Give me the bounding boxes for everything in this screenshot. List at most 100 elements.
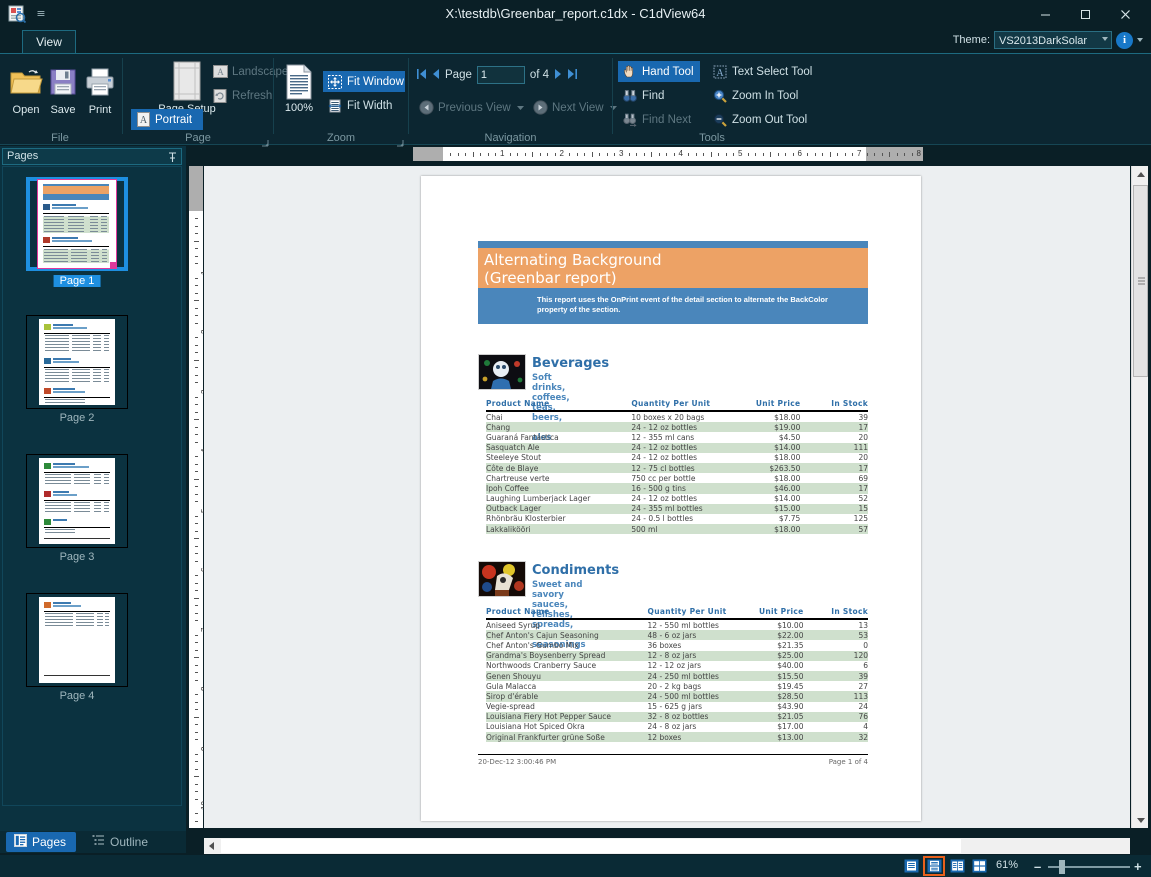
fit-window-button[interactable]: Fit Window	[323, 71, 405, 92]
previous-page-button[interactable]	[432, 68, 440, 83]
print-button[interactable]: Print	[78, 62, 122, 116]
portrait-button[interactable]: A Portrait	[131, 109, 203, 130]
footer-rule	[478, 754, 868, 755]
zoom-100-button[interactable]: 100%	[280, 62, 318, 114]
zoom-in-button[interactable]: +	[1134, 859, 1142, 874]
vertical-scrollbar[interactable]	[1131, 166, 1148, 828]
zoom-dialog-launcher[interactable]	[396, 135, 405, 147]
vertical-scrollbar-thumb[interactable]	[1133, 185, 1148, 377]
scroll-down-button[interactable]	[1132, 811, 1149, 828]
application-window: ≡ X:\testdb\Greenbar_report.c1dx - C1dVi…	[0, 0, 1151, 877]
hand-tool-button[interactable]: Hand Tool	[618, 61, 700, 82]
vertical-ruler: 12345678910	[189, 166, 209, 828]
table-cell: 17	[820, 422, 868, 433]
ruler-tick	[194, 590, 198, 592]
page-thumbnail[interactable]: Page 2	[26, 315, 128, 424]
last-page-button[interactable]	[567, 68, 578, 83]
refresh-button[interactable]: Refresh	[208, 85, 274, 106]
page-thumbnail[interactable]: Page 4	[26, 593, 128, 702]
table-row: Chef Anton's Gumbo Mix 36 boxes $21.35 0	[486, 640, 868, 650]
ruler-tick	[747, 152, 749, 156]
two-page-view-button[interactable]	[948, 858, 966, 874]
page-thumbnail[interactable]: Page 3	[26, 454, 128, 563]
table-cell: 500 ml	[621, 524, 737, 535]
ruler-tick	[822, 152, 824, 156]
ruler-tick	[194, 501, 198, 503]
zoom-in-tool-button[interactable]: Zoom In Tool	[708, 85, 802, 106]
zoom-out-tool-label: Zoom Out Tool	[732, 113, 808, 126]
horizontal-scrollbar[interactable]	[204, 838, 1130, 854]
find-next-button[interactable]: Find Next	[618, 109, 702, 130]
ruler-tick	[194, 441, 198, 443]
maximize-button[interactable]	[1065, 1, 1105, 27]
tab-outline-label: Outline	[110, 835, 149, 849]
ruler-tick	[785, 152, 787, 156]
single-page-view-button[interactable]	[902, 858, 920, 874]
ruler-tick	[606, 152, 608, 156]
table-cell: 0	[863, 640, 868, 650]
previous-view-button[interactable]: Previous View	[414, 97, 524, 118]
ruler-tick	[194, 344, 198, 346]
grid-page-view-button[interactable]	[970, 858, 988, 874]
continuous-page-view-button[interactable]	[923, 856, 945, 876]
scroll-left-button[interactable]	[204, 838, 220, 854]
table-cell: 4	[863, 722, 868, 732]
pin-icon[interactable]	[168, 152, 177, 166]
ruler-tick	[194, 545, 198, 547]
table-cell: Gula Malacca	[486, 681, 537, 691]
first-page-button[interactable]	[416, 68, 427, 83]
ruler-tick	[829, 151, 831, 157]
ruler-tick	[194, 382, 198, 384]
table-cell: Original Frankfurter grüne Soße	[486, 732, 638, 743]
theme-dropdown[interactable]: VS2013DarkSolar	[994, 31, 1112, 49]
ruler-label: 2	[559, 149, 564, 158]
chevron-down-icon[interactable]	[1137, 38, 1143, 42]
find-button[interactable]: Find	[618, 85, 678, 106]
ruler-tick	[688, 152, 690, 156]
tab-outline[interactable]: Outline	[84, 832, 168, 852]
previous-view-label: Previous View	[438, 101, 511, 114]
next-view-button[interactable]: Next View	[528, 97, 617, 118]
ruler-tick	[710, 151, 712, 157]
ruler-tick	[194, 263, 198, 265]
report-title-line2: (Greenbar report)	[484, 269, 617, 287]
tab-pages[interactable]: Pages	[6, 832, 76, 852]
next-page-button[interactable]	[554, 68, 562, 83]
printer-icon	[78, 62, 122, 102]
horizontal-scrollbar-thumb[interactable]	[221, 839, 961, 853]
ruler-tick	[874, 152, 876, 156]
thumbnail-page-preview	[37, 179, 117, 269]
zoom-out-button[interactable]: –	[1034, 859, 1041, 874]
fit-width-icon	[327, 98, 343, 114]
page-thumbnail[interactable]: Page 1	[26, 177, 128, 289]
tab-view[interactable]: View	[22, 30, 76, 54]
table-row: Gula Malacca 20 - 2 kg bags $19.45 27	[486, 681, 868, 691]
ruler-tick	[844, 152, 846, 156]
ruler-tick	[658, 152, 660, 156]
hand-icon	[622, 64, 638, 80]
table-cell: Outback Lager	[486, 503, 622, 514]
ruler-tick	[193, 359, 199, 361]
close-button[interactable]	[1105, 1, 1145, 27]
ruler-tick	[194, 411, 198, 413]
ruler-tick	[194, 731, 198, 733]
table-cell: 125	[853, 514, 868, 524]
table-row: Côte de Blaye 12 - 75 cl bottles $263.50 17	[486, 462, 868, 474]
table-cell: 12 - 355 ml cans	[631, 432, 695, 442]
page-dialog-launcher[interactable]	[261, 135, 270, 147]
document-viewport[interactable]: Alternating Background (Greenbar report)…	[204, 166, 1130, 828]
horizontal-ruler: 1 2 3 4 5 6 7 8	[413, 147, 923, 161]
report-title-block: Alternating Background (Greenbar report)	[478, 248, 868, 288]
info-icon[interactable]: i	[1116, 31, 1133, 49]
ruler-tick	[194, 315, 198, 317]
minimize-button[interactable]	[1025, 1, 1065, 27]
zoom-out-tool-button[interactable]: Zoom Out Tool	[708, 109, 808, 130]
scroll-up-button[interactable]	[1132, 166, 1149, 183]
fit-width-button[interactable]: Fit Width	[323, 95, 401, 116]
text-select-tool-button[interactable]: A Text Select Tool	[708, 61, 812, 82]
page-number-input[interactable]	[476, 66, 525, 84]
pages-thumbnail-list[interactable]: Page 1 Page 2 Page 3 Page 4	[2, 166, 182, 806]
zoom-slider-thumb[interactable]	[1059, 860, 1065, 874]
chevron-down-icon[interactable]	[516, 102, 524, 114]
table-cell: 20	[858, 453, 868, 463]
